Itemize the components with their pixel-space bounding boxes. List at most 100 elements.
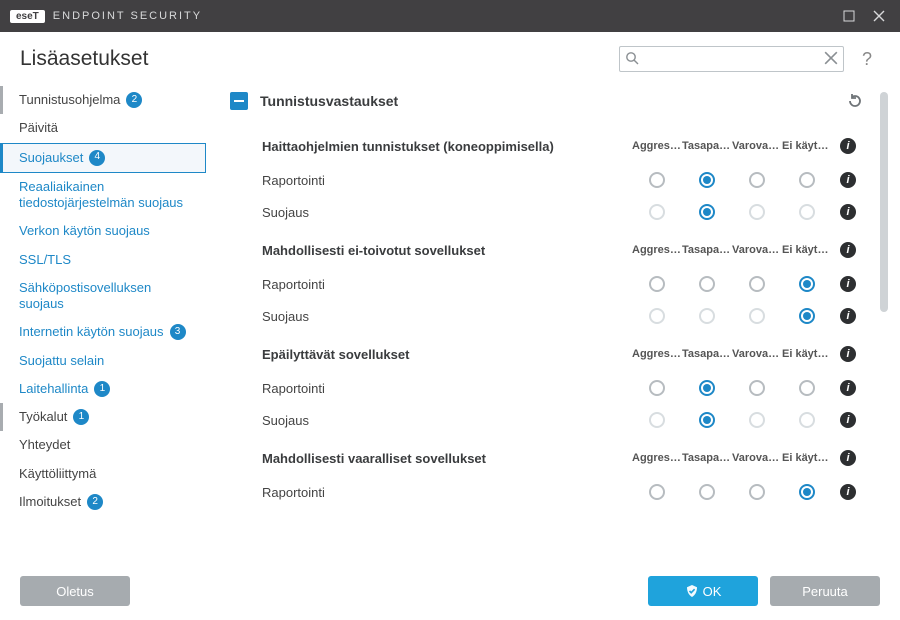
setting-row: Raportointi i (230, 372, 864, 404)
radio-option-3[interactable] (782, 412, 832, 428)
window-maximize-button[interactable] (834, 4, 864, 28)
sidebar-item-5[interactable]: SSL/TLS (0, 246, 206, 274)
sidebar-item-2[interactable]: Suojaukset 4 (0, 143, 206, 173)
radio-option-2[interactable] (732, 484, 782, 500)
badge: 3 (170, 324, 186, 340)
row-label: Raportointi (262, 277, 632, 292)
radio-option-3[interactable] (782, 172, 832, 188)
column-header: Ei käytö… (782, 348, 832, 360)
column-headers: Aggress…Tasapai…Varovai…Ei käytö… (632, 244, 832, 256)
radio-group (632, 412, 832, 428)
column-header: Varovai… (732, 452, 782, 464)
radio-group (632, 308, 832, 324)
radio-option-2[interactable] (732, 276, 782, 292)
ok-button[interactable]: OK (648, 576, 758, 606)
sidebar: Tunnistusohjelma2Päivitä Suojaukset 4 Reaal… (0, 82, 214, 566)
sidebar-item-label: Ilmoitukset (19, 494, 81, 510)
column-header: Tasapai… (682, 244, 732, 256)
column-header: Ei käytö… (782, 244, 832, 256)
brand-text: ENDPOINT SECURITY (53, 10, 202, 22)
radio-option-1[interactable] (682, 484, 732, 500)
sidebar-item-1[interactable]: Päivitä (0, 114, 206, 142)
group-title: Mahdollisesti vaaralliset sovellukset (262, 451, 632, 466)
radio-option-0[interactable] (632, 276, 682, 292)
badge: 1 (73, 409, 89, 425)
help-button[interactable]: ? (854, 49, 880, 70)
radio-option-3[interactable] (782, 276, 832, 292)
sidebar-item-7[interactable]: Internetin käytön suojaus3 (0, 318, 206, 346)
radio-option-3[interactable] (782, 204, 832, 220)
sidebar-item-6[interactable]: Sähköpostisovelluksen suojaus (0, 274, 206, 319)
info-icon[interactable]: i (832, 346, 864, 362)
setting-row: Raportointii (230, 476, 864, 508)
radio-option-0[interactable] (632, 204, 682, 220)
defaults-button[interactable]: Oletus (20, 576, 130, 606)
info-icon[interactable]: i (832, 450, 864, 466)
row-label: Raportointi (262, 381, 632, 396)
group-title: Mahdollisesti ei-toivotut sovellukset (262, 243, 632, 258)
sidebar-item-label: Suojaukset (19, 150, 83, 166)
group-title: Epäilyttävät sovellukset (262, 347, 632, 362)
search-input[interactable] (619, 46, 844, 72)
radio-option-1[interactable] (682, 172, 732, 188)
radio-option-1[interactable] (682, 204, 732, 220)
group-header: Mahdollisesti vaaralliset sovelluksetAgg… (230, 436, 864, 476)
window-close-button[interactable] (864, 4, 894, 28)
ok-label: OK (703, 584, 722, 599)
radio-option-2[interactable] (732, 308, 782, 324)
column-header: Tasapai… (682, 140, 732, 152)
radio-option-2[interactable] (732, 204, 782, 220)
sidebar-item-11[interactable]: Yhteydet (0, 431, 206, 459)
radio-option-3[interactable] (782, 308, 832, 324)
info-icon[interactable]: i (832, 276, 864, 292)
search-wrap (619, 46, 844, 72)
info-icon[interactable]: i (832, 484, 864, 500)
radio-option-1[interactable] (682, 412, 732, 428)
info-icon[interactable]: i (832, 138, 864, 154)
group-title: Haittaohjelmien tunnistukset (koneoppimi… (262, 139, 632, 154)
info-icon[interactable]: i (832, 242, 864, 258)
radio-option-0[interactable] (632, 412, 682, 428)
radio-option-2[interactable] (732, 172, 782, 188)
sidebar-item-10[interactable]: Työkalut1 (0, 403, 206, 431)
sidebar-item-label: Tunnistusohjelma (19, 92, 120, 108)
footer: Oletus OK Peruuta (0, 566, 900, 616)
radio-option-0[interactable] (632, 308, 682, 324)
radio-option-3[interactable] (782, 380, 832, 396)
sidebar-item-13[interactable]: Ilmoitukset2 (0, 488, 206, 516)
scrollbar[interactable] (880, 92, 888, 556)
sidebar-item-3[interactable]: Reaaliaikainen tiedostojärjestelmän suoj… (0, 173, 206, 218)
sidebar-item-9[interactable]: Laitehallinta1 (0, 375, 206, 403)
radio-option-1[interactable] (682, 276, 732, 292)
setting-row: Raportointii (230, 164, 864, 196)
radio-option-1[interactable] (682, 308, 732, 324)
radio-option-1[interactable] (682, 380, 732, 396)
info-icon[interactable]: i (832, 172, 864, 188)
panel: Tunnistusvastaukset Haittaohjelmien tunn… (214, 82, 890, 566)
undo-button[interactable] (846, 92, 864, 110)
sidebar-item-8[interactable]: Suojattu selain (0, 347, 206, 375)
radio-option-3[interactable] (782, 484, 832, 500)
collapse-button[interactable] (230, 92, 248, 110)
info-icon[interactable]: i (832, 412, 864, 428)
radio-option-0[interactable] (632, 484, 682, 500)
radio-option-2[interactable] (732, 412, 782, 428)
sidebar-item-12[interactable]: Käyttöliittymä (0, 460, 206, 488)
sidebar-item-4[interactable]: Verkon käytön suojaus (0, 217, 206, 245)
sidebar-item-0[interactable]: Tunnistusohjelma2 (0, 86, 206, 114)
cancel-button[interactable]: Peruuta (770, 576, 880, 606)
sidebar-item-label: Laitehallinta (19, 381, 88, 397)
column-header: Aggress… (632, 348, 682, 360)
row-label: Suojaus (262, 205, 632, 220)
info-icon[interactable]: i (832, 308, 864, 324)
badge: 4 (89, 150, 105, 166)
column-header: Ei käytö… (782, 140, 832, 152)
clear-icon[interactable] (824, 51, 838, 65)
column-headers: Aggress…Tasapai…Varovai…Ei käytö… (632, 140, 832, 152)
radio-option-0[interactable] (632, 380, 682, 396)
panel-title: Tunnistusvastaukset (260, 93, 846, 109)
info-icon[interactable]: i (832, 380, 864, 396)
radio-option-0[interactable] (632, 172, 682, 188)
radio-option-2[interactable] (732, 380, 782, 396)
info-icon[interactable]: i (832, 204, 864, 220)
